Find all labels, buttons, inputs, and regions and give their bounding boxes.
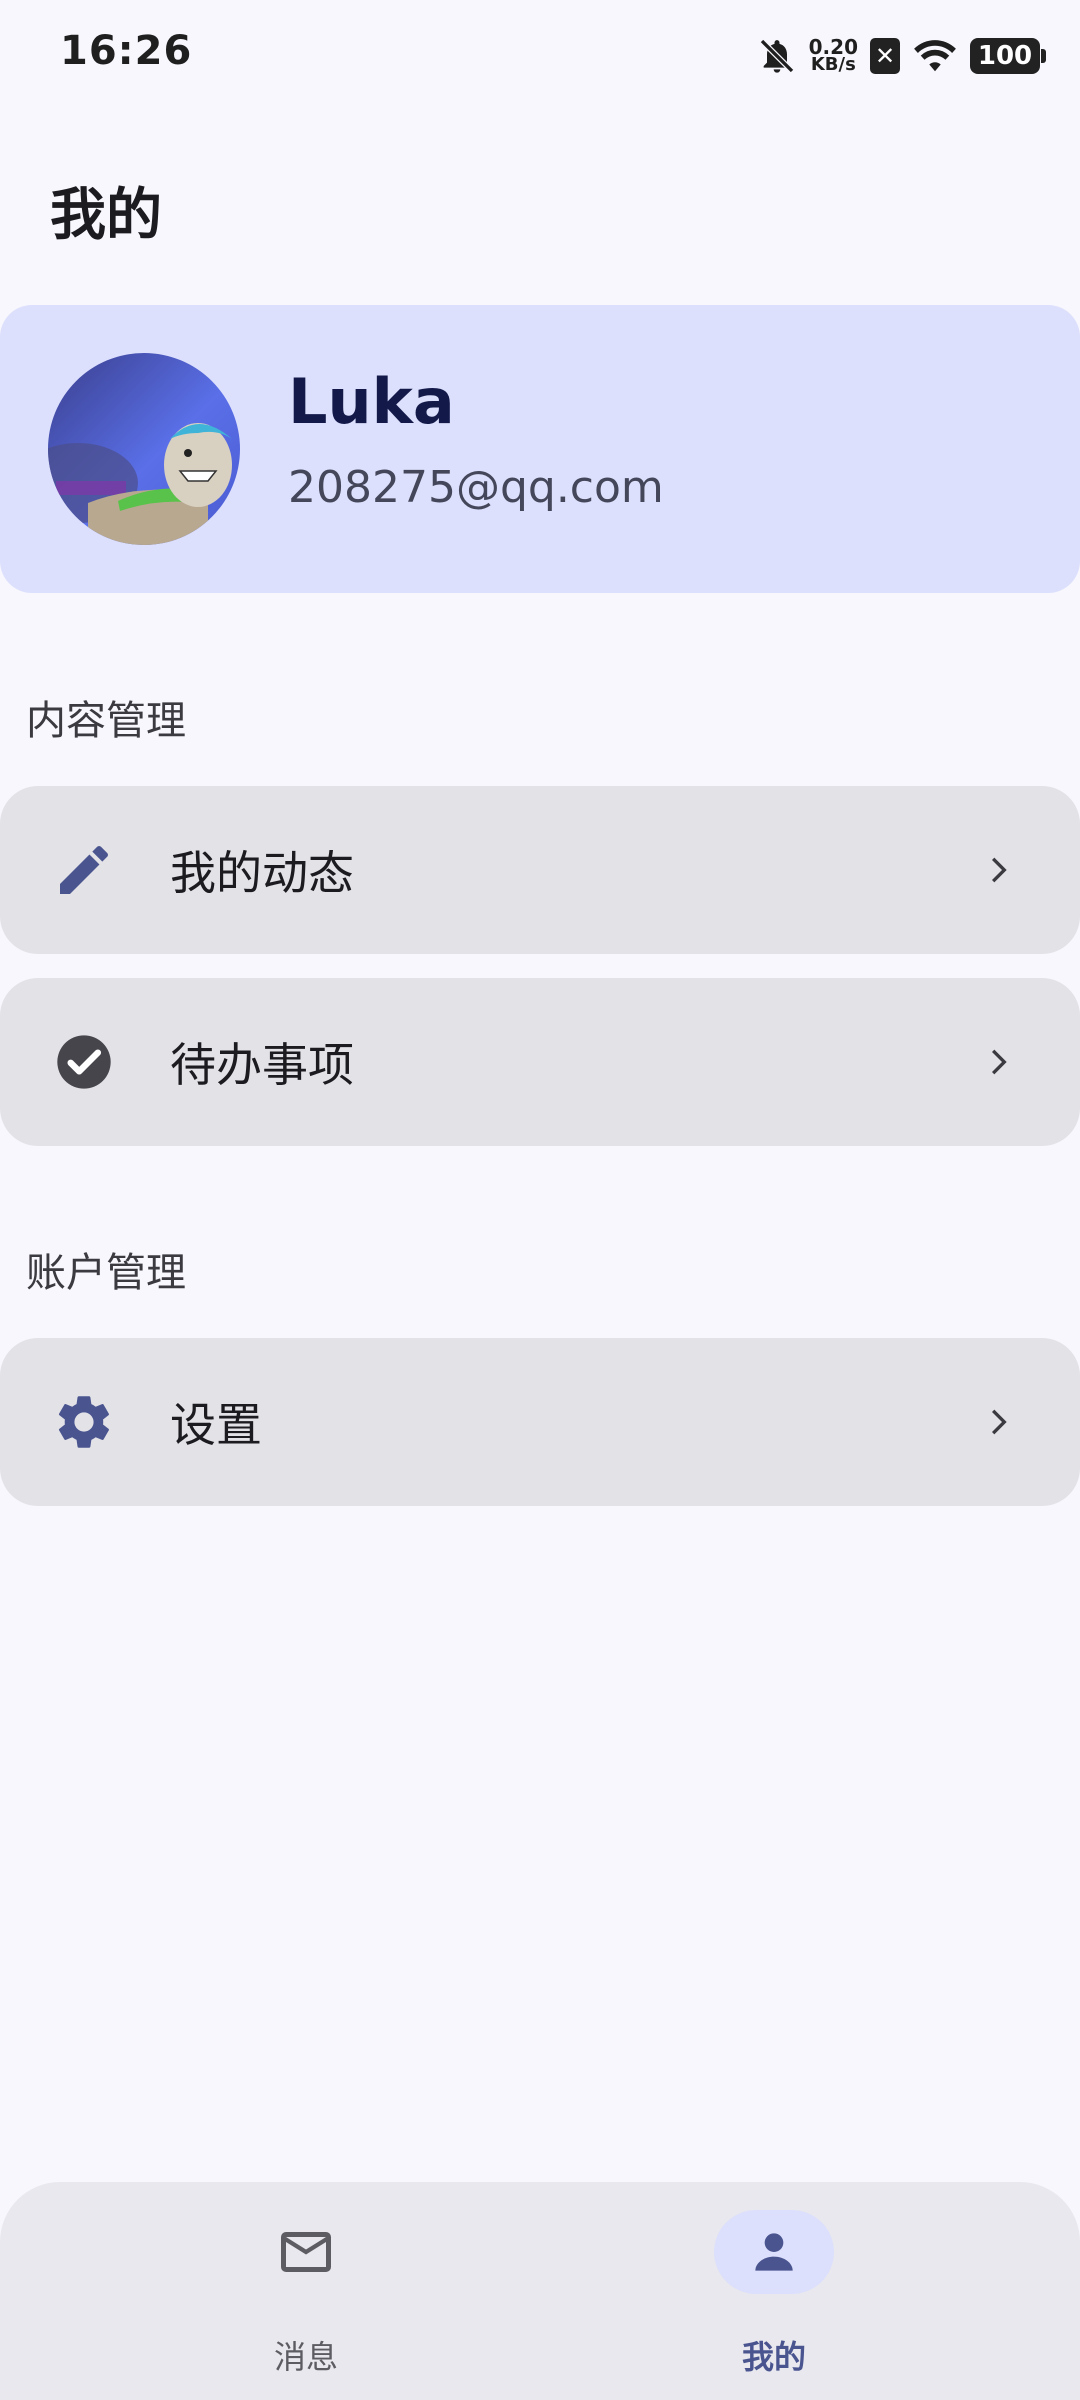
section-title-content: 内容管理 [26, 698, 186, 744]
network-speed-unit: KB/s [810, 54, 856, 75]
nav-item-me[interactable]: 我的 [504, 2182, 1044, 2400]
menu-item-settings[interactable]: 设置 [0, 1338, 1080, 1506]
nav-icon-container-active [714, 2210, 834, 2294]
menu-item-todo[interactable]: 待办事项 [0, 978, 1080, 1146]
user-email: 208275@qq.com [288, 462, 664, 513]
mail-icon [281, 2232, 331, 2272]
bottom-navigation: 消息 我的 [0, 2182, 1080, 2400]
pencil-icon [60, 845, 108, 894]
battery-icon: 100 [970, 38, 1046, 74]
status-icons: 0.20 KB/s ✕ 100 [757, 30, 1046, 82]
menu-label: 待办事项 [170, 1038, 354, 1092]
nav-label-messages: 消息 [273, 2338, 338, 2376]
nav-label-me: 我的 [741, 2338, 806, 2376]
person-icon [755, 2233, 793, 2271]
bell-off-icon [759, 38, 794, 74]
chevron-right-icon [992, 1049, 1007, 1075]
page-title: 我的 [50, 183, 162, 248]
status-time: 16:26 [60, 28, 193, 74]
chevron-right-icon [992, 1409, 1007, 1435]
avatar[interactable] [48, 353, 240, 545]
sim-x-icon: ✕ [870, 38, 900, 74]
network-speed: 0.20 KB/s [809, 37, 858, 75]
gear-icon [58, 1396, 109, 1448]
menu-label: 设置 [170, 1398, 262, 1452]
battery-level: 100 [977, 41, 1033, 71]
chevron-right-icon [992, 857, 1007, 883]
check-circle-icon [57, 1035, 111, 1089]
wifi-icon [914, 40, 956, 72]
menu-label: 我的动态 [170, 846, 354, 900]
user-name: Luka [288, 365, 455, 438]
nav-icon-container [246, 2210, 366, 2294]
menu-item-my-posts[interactable]: 我的动态 [0, 786, 1080, 954]
section-title-account: 账户管理 [26, 1250, 186, 1296]
nav-item-messages[interactable]: 消息 [36, 2182, 576, 2400]
